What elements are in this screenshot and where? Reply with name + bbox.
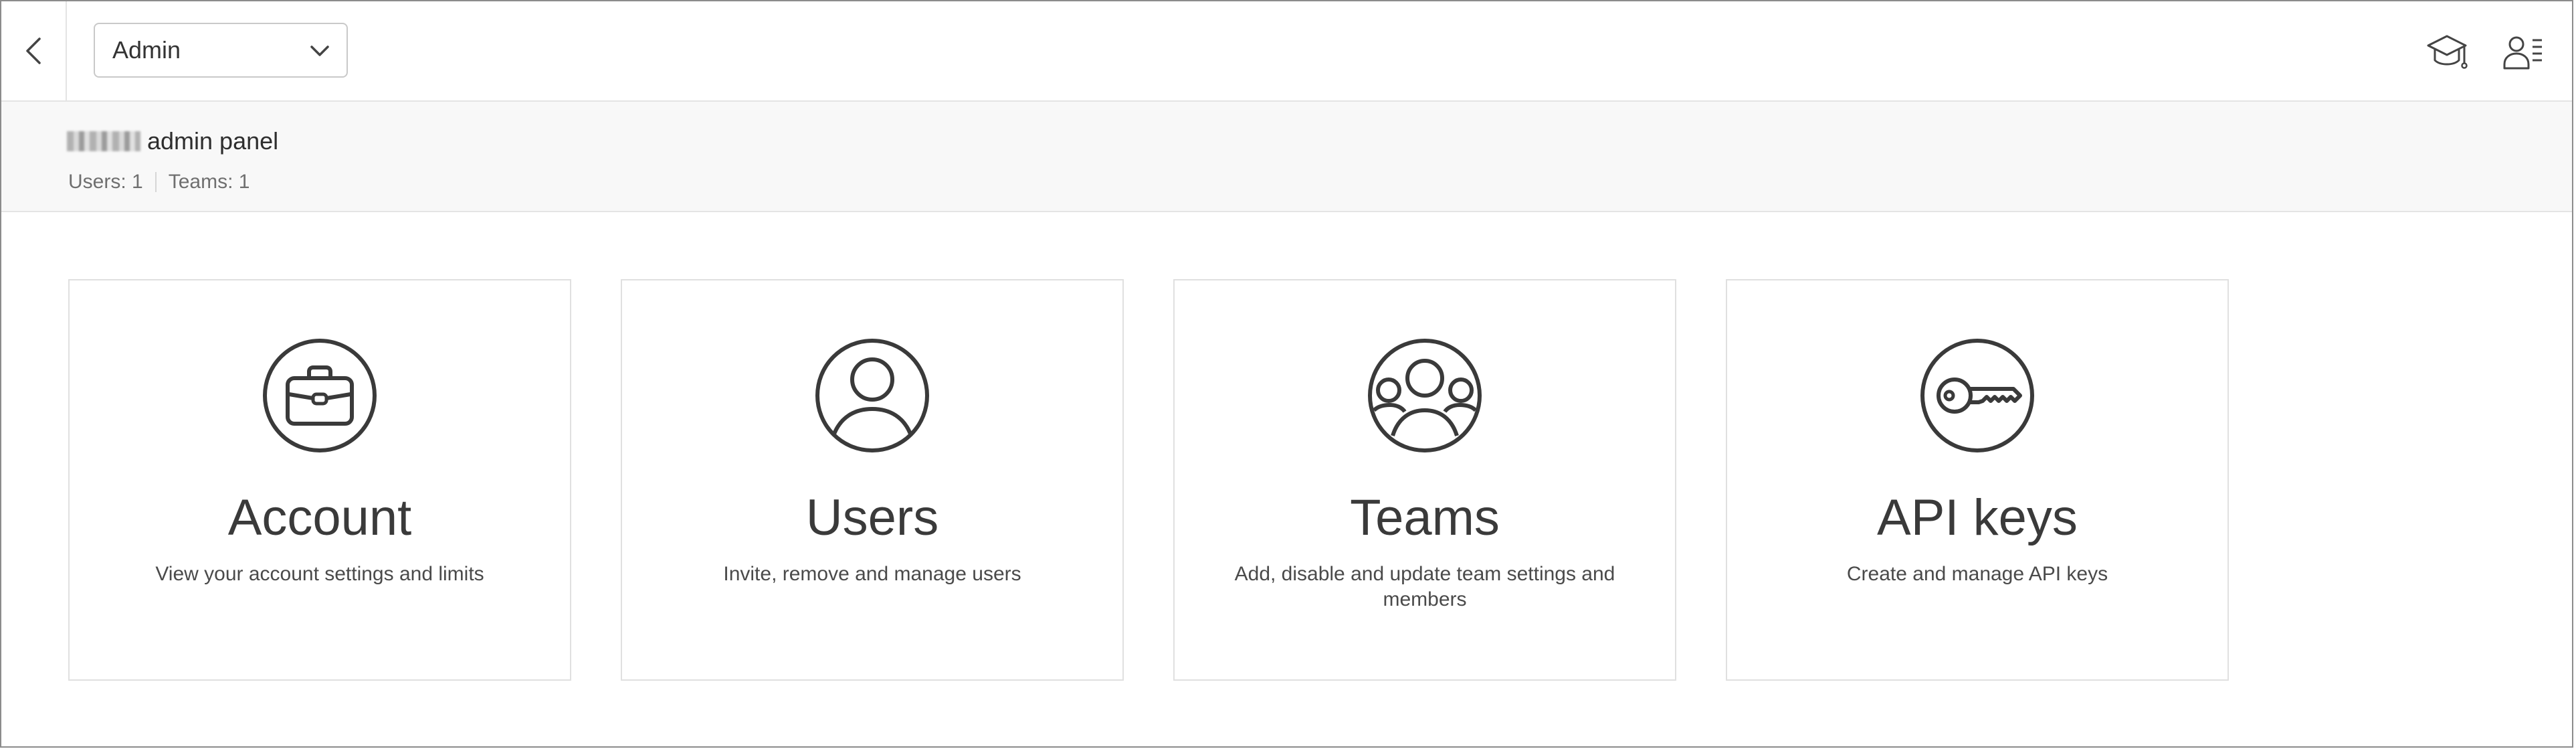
app-window: Admin admin panel Users: 1 Teams: 1 Acco…: [0, 0, 2573, 748]
organization-name-redacted: [67, 131, 140, 151]
chevron-down-icon: [310, 46, 329, 56]
user-list-icon: [2503, 36, 2542, 70]
learning-button[interactable]: [2423, 28, 2471, 76]
teams-card[interactable]: Teams Add, disable and update team setti…: [1173, 279, 1676, 681]
briefcase-icon: [263, 339, 377, 452]
card-title: Users: [805, 489, 939, 546]
teams-count: Teams: 1: [168, 171, 250, 193]
top-bar: Admin: [1, 1, 2572, 102]
card-description: Invite, remove and manage users: [723, 563, 1021, 585]
panel-stats: Users: 1 Teams: 1: [68, 169, 250, 195]
back-button[interactable]: [1, 1, 67, 100]
graduation-cap-icon: [2427, 35, 2468, 69]
users-count: Users: 1: [68, 171, 143, 193]
card-description: Add, disable and update team settings an…: [1234, 563, 1615, 610]
section-dropdown[interactable]: Admin: [94, 23, 348, 78]
card-title: Account: [227, 489, 412, 546]
card-title: Teams: [1350, 489, 1500, 546]
account-card[interactable]: Account View your account settings and l…: [68, 279, 571, 681]
user-icon: [815, 339, 929, 452]
stats-divider: [155, 172, 157, 192]
admin-panel-header: admin panel Users: 1 Teams: 1: [1, 102, 2572, 212]
api-keys-card[interactable]: API keys Create and manage API keys: [1726, 279, 2229, 681]
team-icon: [1368, 339, 1482, 452]
key-icon: [1920, 339, 2034, 452]
card-description: View your account settings and limits: [155, 563, 484, 585]
card-description: Create and manage API keys: [1846, 563, 2108, 585]
chevron-left-icon: [26, 37, 41, 64]
account-menu-button[interactable]: [2499, 28, 2547, 76]
dropdown-selected-value: Admin: [112, 36, 181, 64]
users-card[interactable]: Users Invite, remove and manage users: [621, 279, 1124, 681]
card-title: API keys: [1877, 489, 2078, 546]
panel-title: admin panel: [147, 127, 279, 155]
